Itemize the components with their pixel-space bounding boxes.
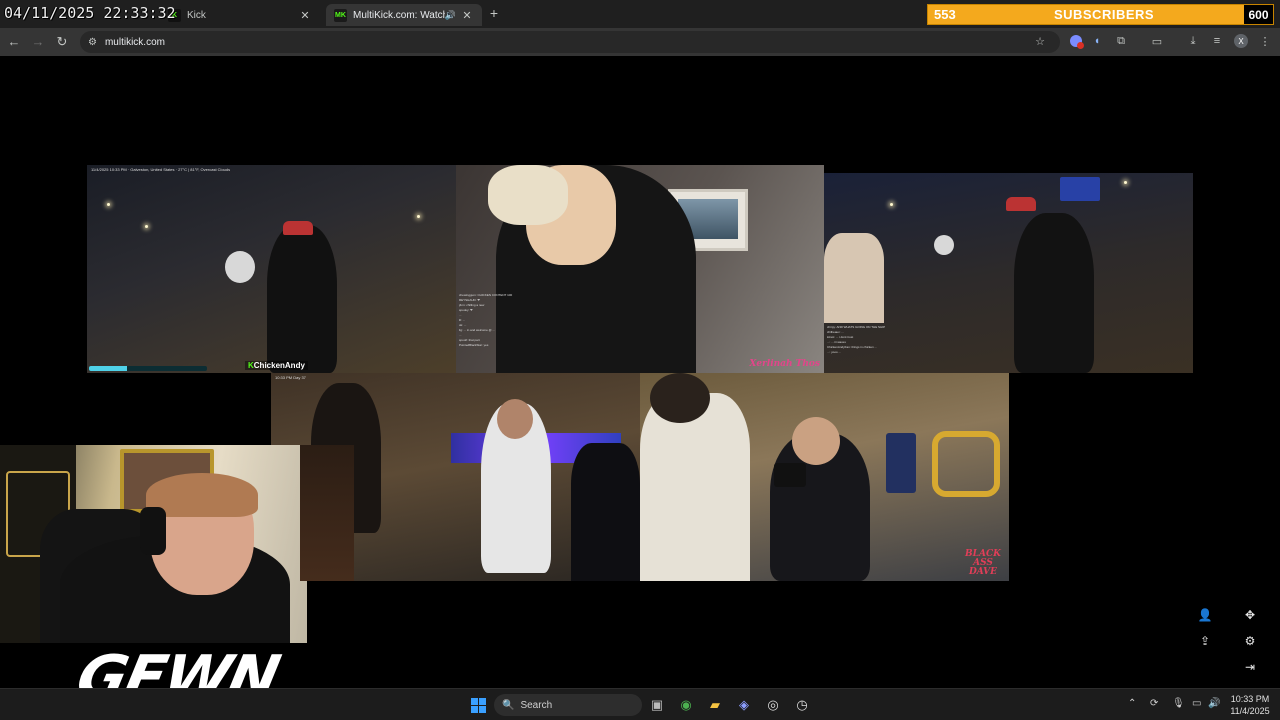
volume-icon[interactable]: 🔊 — [1208, 698, 1220, 709]
subscriber-count: 553 — [934, 7, 956, 22]
extensions-puzzle-icon[interactable]: ⧉ — [1114, 35, 1128, 48]
subscriber-label: SUBSCRIBERS — [1053, 7, 1155, 22]
settings-gear-icon[interactable]: ⚙ — [1242, 634, 1258, 648]
chevron-up-icon[interactable]: ⌃ — [1128, 698, 1136, 709]
red-cap — [1006, 197, 1036, 211]
person-head — [650, 373, 710, 423]
search-placeholder: Search — [520, 699, 553, 711]
ceiling-light — [417, 215, 420, 218]
camera-rig — [774, 463, 806, 487]
stream-progress-bar — [89, 366, 207, 371]
move-icon[interactable]: ✥ — [1242, 608, 1258, 622]
stream-tile-2[interactable]: chewinggum: CHICKEN CONTENT 100 REYSHAUD… — [456, 165, 824, 373]
microphone-shape — [225, 251, 255, 283]
tab-title: MultiKick.com: Watch Multi — [353, 9, 445, 21]
chat-overlay: chewinggum: CHICKEN CONTENT 100 REYSHAUD… — [459, 293, 513, 347]
streamer-watermark: Xerlinah Thos — [749, 359, 820, 369]
streamer-watermark: BLACK ASS DAVE — [965, 549, 1001, 577]
facecam — [0, 445, 307, 643]
headset-icon — [140, 507, 166, 555]
microphone-icon[interactable]: 🎙 — [1172, 698, 1185, 709]
reload-icon[interactable]: ↻ — [54, 34, 70, 50]
tab-multikick[interactable]: MK MultiKick.com: Watch Multi 🔊 ✕ — [326, 4, 482, 26]
share-icon[interactable]: ⇪ — [1197, 634, 1213, 648]
person-white-shirt — [640, 393, 750, 581]
subscriber-goal-bar: 553 SUBSCRIBERS 600 — [927, 4, 1274, 25]
wall-decoration — [932, 431, 1000, 497]
tab-title: Kick — [187, 9, 206, 21]
clock-time: 10:33 PM — [1230, 694, 1270, 704]
address-bar[interactable]: ⚙ multikick.com — [80, 31, 1060, 53]
taskbar-clock[interactable]: 10:33 PM 11/4/2025 — [1224, 693, 1276, 717]
profile-avatar[interactable]: X — [1234, 34, 1248, 48]
person-dark-shirt — [571, 443, 640, 581]
add-stream-icon[interactable]: 👤 — [1197, 608, 1213, 622]
cast-icon[interactable]: ▭ — [1150, 35, 1164, 48]
blue-window — [1060, 177, 1100, 201]
person-head — [497, 399, 533, 439]
menu-kebab-icon[interactable]: ⋮ — [1258, 35, 1272, 48]
audio-extension-icon[interactable]: ◖ — [1090, 35, 1104, 47]
clock-date: 11/4/2025 — [1230, 706, 1270, 716]
site-info-icon[interactable]: ⚙ — [88, 37, 97, 48]
stream-tile-3[interactable]: chirpy: AND WHATS GOING ON THE SHIP chil… — [824, 173, 1193, 373]
task-view-icon[interactable]: ▣ — [648, 695, 666, 715]
ceiling-light — [1124, 181, 1127, 184]
screen: K Kick ✕ MK MultiKick.com: Watch Multi 🔊… — [0, 0, 1280, 720]
dive-center-sign — [886, 433, 916, 493]
chat-overlay: chirpy: AND WHATS GOING ON THE SHIP chil… — [827, 325, 886, 354]
extension-icon[interactable] — [1070, 35, 1084, 49]
bookmark-star-icon[interactable]: ☆ — [1033, 35, 1047, 48]
ceiling-light — [890, 203, 893, 206]
file-explorer-icon[interactable]: ▰ — [706, 695, 724, 715]
red-cap — [283, 221, 313, 235]
progress-fill — [89, 366, 127, 371]
person-silhouette — [267, 225, 337, 373]
back-icon[interactable]: ← — [6, 34, 22, 49]
forward-icon[interactable]: → — [30, 34, 46, 49]
person-left — [824, 233, 884, 323]
windows-start-icon[interactable] — [469, 695, 487, 715]
login-icon[interactable]: ⇥ — [1242, 660, 1258, 674]
stream-hud: 11/4/2025 10:33 PM · Galveston, United S… — [91, 167, 231, 172]
close-tab-icon[interactable]: ✕ — [460, 9, 474, 22]
facecam-doorway — [300, 445, 354, 581]
microphone-shape — [934, 235, 954, 255]
clock-app-icon[interactable]: ◷ — [793, 695, 811, 715]
person-silhouette — [1014, 213, 1094, 373]
new-tab-button[interactable]: + — [486, 5, 502, 21]
network-icon[interactable]: ▭ — [1192, 698, 1201, 709]
timestamp-overlay: 04/11/2025 22:33:32 — [4, 4, 176, 22]
subscriber-goal: 600 — [1244, 5, 1273, 24]
url-text: multikick.com — [104, 36, 165, 48]
close-tab-icon[interactable]: ✕ — [298, 9, 312, 22]
stream-tile-1[interactable]: 11/4/2025 10:33 PM · Galveston, United S… — [87, 165, 456, 373]
taskbar-search-box[interactable]: 🔍 Search — [494, 694, 642, 716]
streamer-name-tag: KChickenAndy — [245, 361, 308, 370]
speaker-icon[interactable]: 🔊 — [445, 10, 456, 21]
download-icon[interactable]: ⤓ — [1186, 35, 1200, 48]
discord-icon[interactable]: ◈ — [735, 695, 753, 715]
obs-icon[interactable]: ◎ — [764, 695, 782, 715]
sync-icon[interactable]: ⟳ — [1150, 698, 1158, 709]
reading-list-icon[interactable]: ≡ — [1210, 35, 1224, 47]
ceiling-light — [107, 203, 110, 206]
blonde-hair — [488, 165, 568, 225]
ceiling-light — [145, 225, 148, 228]
browser-toolbar: ← → ↻ ⚙ multikick.com ☆ ◖ ⧉ ▭ ⤓ ≡ X ⋮ — [0, 28, 1280, 56]
stream-hud: 10:33 PM Day 37 — [275, 375, 306, 380]
chrome-icon[interactable]: ◉ — [677, 695, 695, 715]
windows-taskbar: 🔍 Search ▣ ◉ ▰ ◈ ◎ ◷ ⌃ ⟳ 🎙 ▭ 🔊 10:33 PM … — [0, 688, 1280, 720]
stream-tile-5[interactable]: BLACK ASS DAVE — [640, 373, 1009, 581]
search-icon: 🔍 — [502, 699, 515, 711]
person-face — [792, 417, 840, 465]
multikick-icon: MK — [334, 8, 347, 22]
tab-kick[interactable]: K Kick ✕ — [160, 4, 320, 26]
